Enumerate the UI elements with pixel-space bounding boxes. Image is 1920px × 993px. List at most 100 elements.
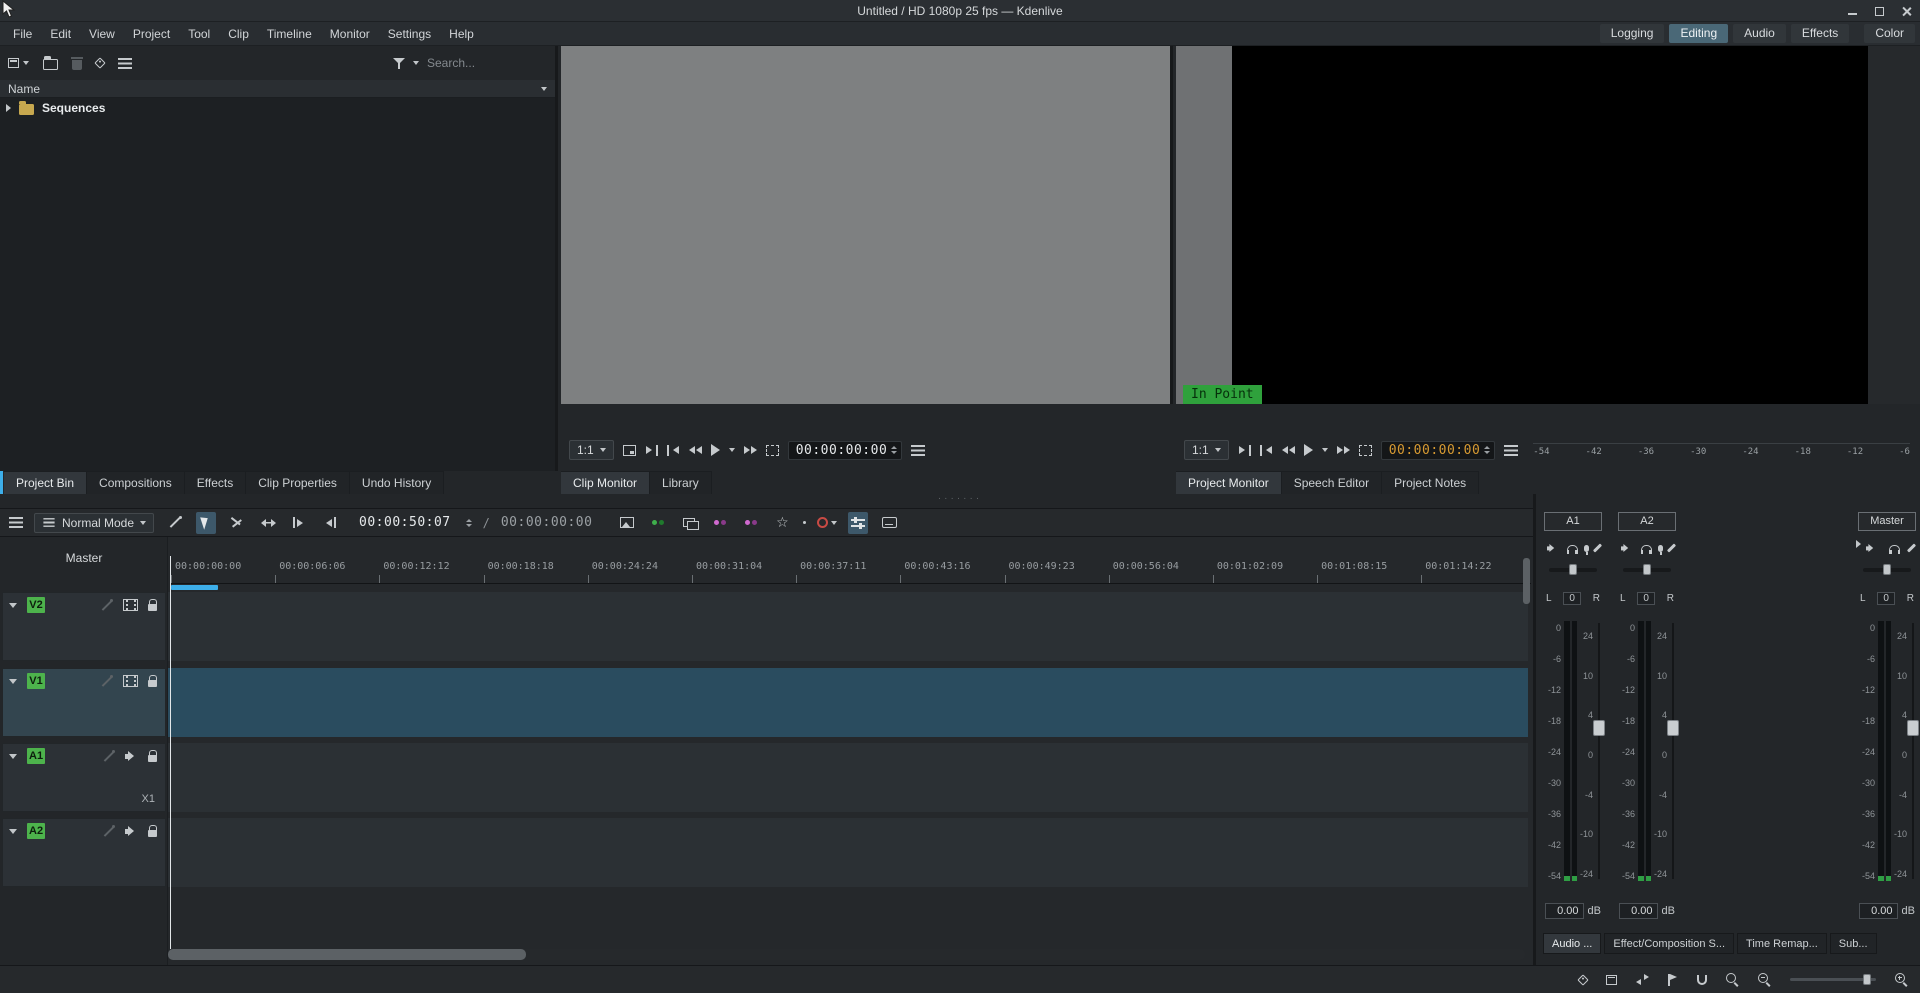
chevron-down-icon[interactable] <box>9 603 17 608</box>
tab-undo-history[interactable]: Undo History <box>350 471 444 494</box>
play-options-icon[interactable] <box>1322 448 1328 452</box>
pan-value[interactable]: 0 <box>1637 592 1655 605</box>
zone-out-icon[interactable] <box>667 445 680 456</box>
tab-project-monitor[interactable]: Project Monitor <box>1176 471 1282 494</box>
gain-value[interactable]: 0.00 <box>1545 903 1584 919</box>
menu-clip[interactable]: Clip <box>219 22 258 46</box>
timeline-vertical-scrollbar[interactable] <box>1523 558 1530 604</box>
pan-value[interactable]: 0 <box>1877 592 1895 605</box>
audio-speaker-icon[interactable] <box>125 825 138 837</box>
adjust-tool-button[interactable] <box>165 512 185 534</box>
marker-a-button[interactable] <box>710 512 730 534</box>
bin-item-sequences[interactable]: Sequences <box>0 98 555 118</box>
fader-handle[interactable] <box>1593 720 1605 736</box>
menu-tool[interactable]: Tool <box>179 22 219 46</box>
forward-button[interactable] <box>1337 446 1350 454</box>
zone-crop-icon[interactable] <box>766 445 779 456</box>
rewind-button[interactable] <box>689 446 702 454</box>
snap-magnet-icon[interactable] <box>1697 975 1707 985</box>
monitor-menu-icon[interactable] <box>911 445 925 456</box>
pan-slider[interactable] <box>1623 568 1671 572</box>
timeline-menu-icon[interactable] <box>9 517 23 528</box>
monitor-menu-icon[interactable] <box>1504 445 1518 456</box>
mute-icon[interactable] <box>1866 543 1876 553</box>
chevron-down-icon[interactable] <box>541 87 547 91</box>
selection-tool-button[interactable] <box>196 512 216 534</box>
track-header-v2[interactable]: V2 <box>2 592 166 661</box>
project-monitor-video-area[interactable]: In Point <box>1176 46 1920 404</box>
zone-out-icon[interactable] <box>1260 445 1273 456</box>
zone-in-icon[interactable] <box>645 445 658 456</box>
track-effects-icon[interactable] <box>102 750 115 763</box>
effects-icon[interactable] <box>1907 543 1916 552</box>
zoom-in-icon[interactable] <box>1895 973 1908 986</box>
tab-project-bin[interactable]: Project Bin <box>4 471 87 494</box>
timeline-zone-bar[interactable] <box>171 585 218 590</box>
timecode-spinner[interactable] <box>1484 446 1490 454</box>
track-effects-icon[interactable] <box>100 599 113 612</box>
mixer-toggle-button[interactable] <box>848 512 868 534</box>
track-row-a2[interactable] <box>168 818 1528 887</box>
menu-settings[interactable]: Settings <box>379 22 440 46</box>
clip-monitor-video-area[interactable] <box>561 46 1173 404</box>
splitter-handle[interactable] <box>930 494 990 506</box>
solo-icon[interactable] <box>1889 545 1900 553</box>
tag-icon[interactable] <box>1577 974 1588 985</box>
search-input[interactable] <box>427 56 547 70</box>
clip-zoom-combo[interactable]: 1:1 <box>569 440 614 460</box>
fader-handle[interactable] <box>1667 720 1679 736</box>
pan-value[interactable]: 0 <box>1563 592 1581 605</box>
pan-handle[interactable] <box>1569 564 1577 575</box>
zone-in-icon[interactable] <box>1238 445 1251 456</box>
pan-slider[interactable] <box>1549 568 1597 572</box>
menu-project[interactable]: Project <box>124 22 179 46</box>
channel-name[interactable]: A2 <box>1618 512 1676 531</box>
workspace-tab-color[interactable]: Color <box>1864 24 1915 43</box>
timeline-horizontal-scrollbar[interactable] <box>168 949 1525 960</box>
menu-view[interactable]: View <box>80 22 124 46</box>
track-row-v1[interactable] <box>168 668 1528 737</box>
track-name-badge[interactable]: A1 <box>27 748 45 764</box>
tab-project-notes[interactable]: Project Notes <box>1382 471 1479 494</box>
chevron-down-icon[interactable] <box>413 61 419 65</box>
lock-icon[interactable] <box>148 830 157 837</box>
swap-icon[interactable] <box>1636 974 1649 985</box>
channel-name[interactable]: A1 <box>1544 512 1602 531</box>
video-thumbnails-icon[interactable] <box>123 675 138 687</box>
fader-handle[interactable] <box>1907 720 1919 736</box>
zoom-out-icon[interactable] <box>1758 973 1771 986</box>
subtitle-button[interactable] <box>879 512 899 534</box>
add-clip-button[interactable] <box>8 58 29 68</box>
chevron-down-icon[interactable] <box>9 679 17 684</box>
tag-icon[interactable] <box>94 57 105 68</box>
open-folder-icon[interactable] <box>43 59 58 70</box>
track-name-badge[interactable]: V2 <box>27 597 45 613</box>
pan-handle[interactable] <box>1883 564 1891 575</box>
tab-subtitles[interactable]: Sub... <box>1830 933 1877 954</box>
zone-crop-icon[interactable] <box>1359 445 1372 456</box>
track-name-badge[interactable]: A2 <box>27 823 45 839</box>
volume-fader[interactable] <box>1910 618 1915 884</box>
close-icon[interactable] <box>1901 6 1912 17</box>
track-effects-icon[interactable] <box>102 825 115 838</box>
record-monitor-icon[interactable] <box>1584 545 1589 552</box>
project-zoom-combo[interactable]: 1:1 <box>1184 440 1229 460</box>
razor-tool-button[interactable] <box>227 512 247 534</box>
master-track-button[interactable]: Master <box>0 551 168 565</box>
extract-zone-button[interactable] <box>320 512 340 534</box>
menu-help[interactable]: Help <box>440 22 483 46</box>
menu-monitor[interactable]: Monitor <box>321 22 379 46</box>
archive-icon[interactable] <box>1606 975 1617 985</box>
tab-compositions[interactable]: Compositions <box>87 471 185 494</box>
position-spinner[interactable] <box>466 519 472 527</box>
delete-icon[interactable] <box>72 60 82 70</box>
play-options-icon[interactable] <box>729 448 735 452</box>
monitor-overlay-icon[interactable] <box>623 445 636 456</box>
tab-time-remap[interactable]: Time Remap... <box>1737 933 1827 954</box>
video-thumbnails-icon[interactable] <box>123 599 138 611</box>
view-options-icon[interactable] <box>118 58 132 69</box>
track-row-a1[interactable] <box>168 743 1528 812</box>
playhead[interactable] <box>170 556 171 949</box>
volume-fader[interactable] <box>1670 618 1675 884</box>
rewind-button[interactable] <box>1282 446 1295 454</box>
